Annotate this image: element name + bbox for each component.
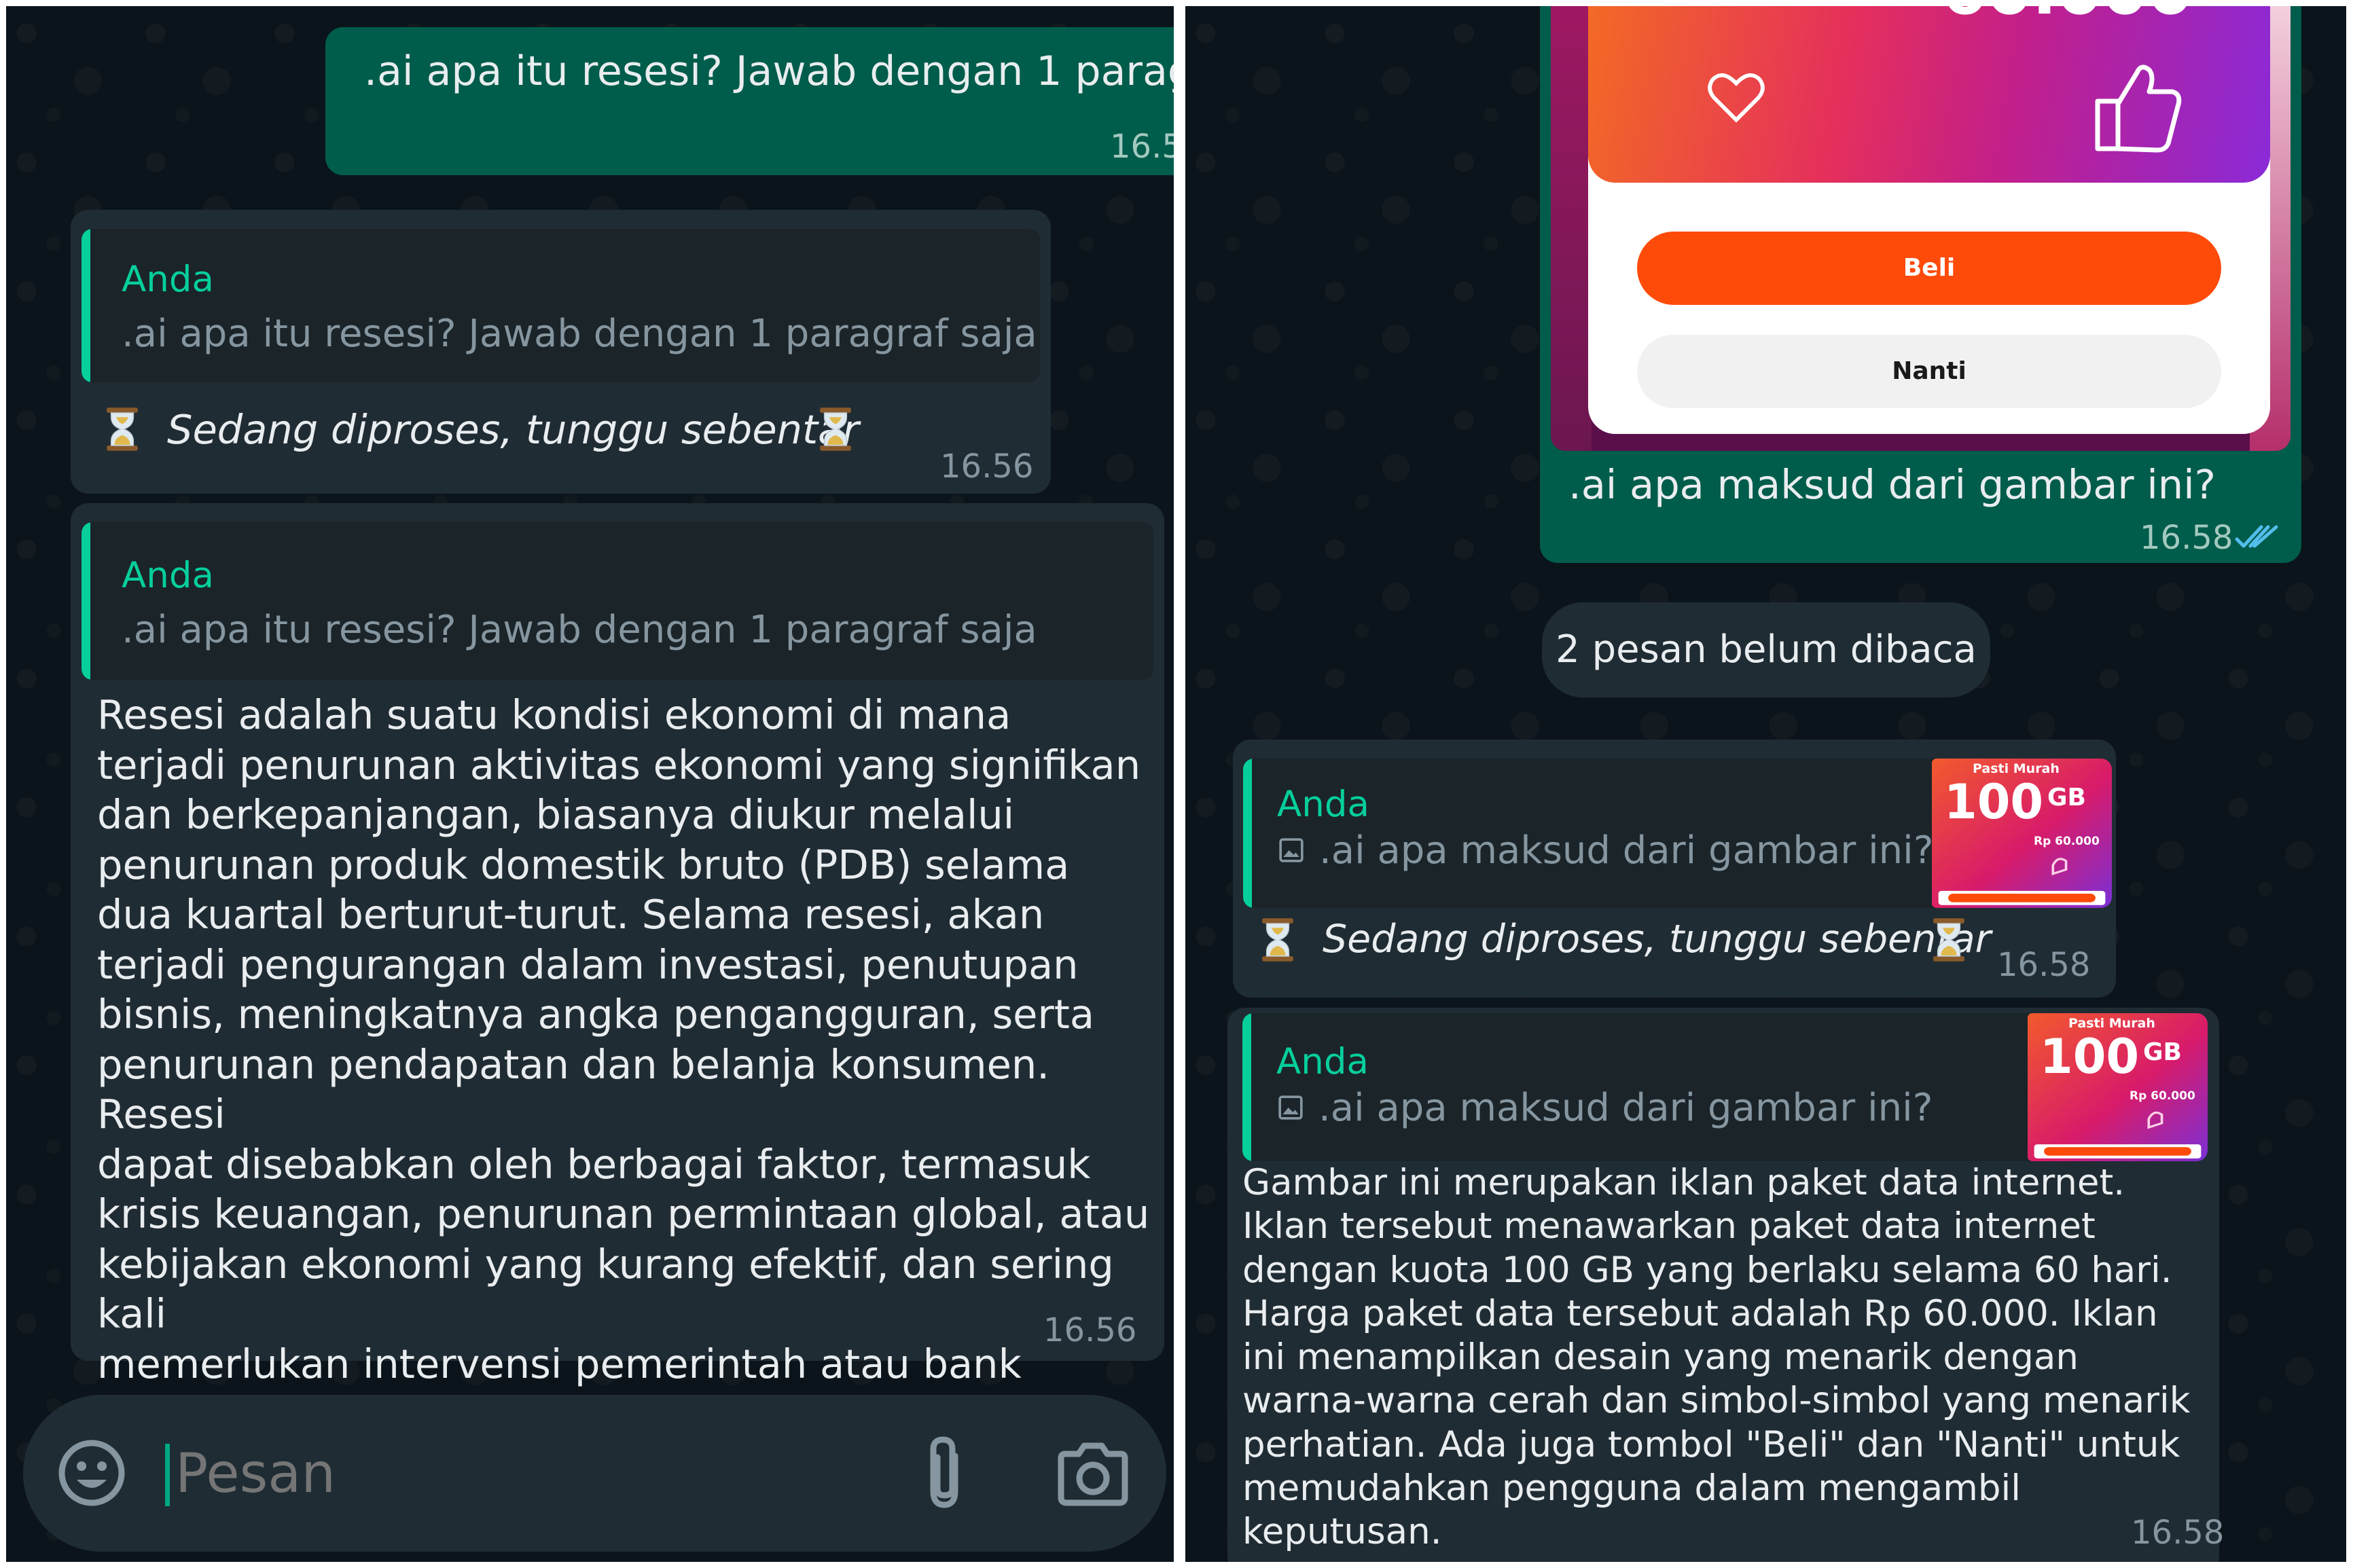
quote-author: Anda <box>1276 1041 1369 1082</box>
chat-panel-right: 60.000 Beli Nanti .ai apa maksud dari ga… <box>1185 6 2346 1562</box>
ad-popup: 60.000 Beli Nanti <box>1588 6 2270 434</box>
thumbs-up-icon <box>2095 65 2182 153</box>
message-text: Gambar ini merupakan iklan paket data in… <box>1242 1162 2191 1553</box>
answer-message[interactable]: Anda .ai apa maksud dari gambar ini? Pas… <box>1227 1008 2224 1562</box>
quote-author: Anda <box>122 555 214 596</box>
outgoing-message[interactable]: .ai apa itu resesi? Jawab dengan 1 parag… <box>325 27 1174 175</box>
double-check-icon <box>2235 525 2278 548</box>
quote-accent-bar <box>1242 1013 1251 1161</box>
text-cursor <box>165 1444 170 1506</box>
message-text: .ai apa itu resesi? Jawab dengan 1 parag… <box>364 48 1174 95</box>
quote-thumbnail[interactable]: Pasti Murah 100 GB Rp 60.000 <box>1932 759 2112 908</box>
thumbnail-price: Rp 60.000 <box>2034 835 2100 848</box>
heart-icon <box>1708 73 1765 123</box>
hourglass-icon <box>1260 917 1295 962</box>
emoji-icon[interactable] <box>56 1438 127 1508</box>
message-input[interactable] <box>174 1432 856 1514</box>
processing-message[interactable]: Anda .ai apa maksud dari gambar ini? Pas… <box>1233 740 2116 998</box>
quote-accent-bar <box>1243 759 1252 908</box>
camera-icon[interactable] <box>1056 1440 1130 1508</box>
quoted-message[interactable]: Anda .ai apa maksud dari gambar ini? Pas… <box>1242 1013 2208 1161</box>
thumbnail-amount: 100 <box>1944 774 2044 830</box>
hourglass-icon <box>818 407 853 452</box>
quote-thumbnail[interactable]: Pasti Murah 100 GB Rp 60.000 <box>2028 1013 2208 1161</box>
message-time: 16.58 <box>2131 1514 2225 1552</box>
quoted-message[interactable]: Anda .ai apa itu resesi? Jawab dengan 1 … <box>82 229 1040 382</box>
thumbnail-price: Rp 60.000 <box>2130 1089 2195 1103</box>
quote-text: .ai apa maksud dari gambar ini? <box>1319 828 1934 873</box>
message-time: 16.5 <box>1110 128 1174 166</box>
image-message[interactable]: 60.000 Beli Nanti .ai apa maksud dari ga… <box>1540 6 2301 563</box>
message-time: 16.58 <box>2140 519 2233 557</box>
processing-message[interactable]: Anda .ai apa itu resesi? Jawab dengan 1 … <box>71 210 1051 494</box>
thumbnail-unit: GB <box>2143 1038 2182 1066</box>
quote-author: Anda <box>122 259 214 300</box>
image-icon <box>1277 837 1306 864</box>
answer-message[interactable]: Anda .ai apa itu resesi? Jawab dengan 1 … <box>71 503 1164 1487</box>
quote-text: .ai apa itu resesi? Jawab dengan 1 parag… <box>122 608 1037 652</box>
message-input-bar <box>23 1395 1166 1552</box>
thumbnail-amount: 100 <box>2040 1029 2140 1084</box>
buy-button[interactable]: Beli <box>1637 232 2221 305</box>
quote-text: .ai apa maksud dari gambar ini? <box>1318 1086 1933 1130</box>
message-time: 16.56 <box>940 448 1034 486</box>
ad-image[interactable]: 60.000 Beli Nanti <box>1551 6 2291 451</box>
message-text: Sedang diproses, tunggu sebentar <box>167 406 859 453</box>
unread-divider: 2 pesan belum dibaca <box>1542 602 1990 697</box>
quote-accent-bar <box>82 522 90 680</box>
hourglass-icon <box>1931 917 1966 962</box>
image-caption: .ai apa maksud dari gambar ini? <box>1568 461 2216 508</box>
quoted-message[interactable]: Anda .ai apa maksud dari gambar ini? Pas… <box>1243 759 2112 908</box>
later-button[interactable]: Nanti <box>1637 335 2221 408</box>
message-text: Resesi adalah suatu kondisi ekonomi di m… <box>97 691 1150 1487</box>
chat-panel-left: .ai apa itu resesi? Jawab dengan 1 parag… <box>6 6 1174 1562</box>
quote-text: .ai apa itu resesi? Jawab dengan 1 parag… <box>122 312 1037 356</box>
ad-backdrop-left <box>1551 6 1592 451</box>
message-time: 16.58 <box>1997 946 2091 984</box>
paperclip-icon[interactable] <box>914 1433 975 1514</box>
message-text: Sedang diproses, tunggu sebentar <box>1323 917 1992 962</box>
ad-banner: 60.000 <box>1588 6 2270 183</box>
hourglass-icon <box>105 407 140 452</box>
quote-author: Anda <box>1277 784 1369 825</box>
quoted-message[interactable]: Anda .ai apa itu resesi? Jawab dengan 1 … <box>82 522 1153 680</box>
image-icon <box>1276 1094 1305 1121</box>
ad-price-partial: 60.000 <box>1941 6 2193 25</box>
message-time: 16.56 <box>1043 1311 1137 1349</box>
quote-accent-bar <box>82 229 90 382</box>
thumbnail-unit: GB <box>2047 784 2086 812</box>
